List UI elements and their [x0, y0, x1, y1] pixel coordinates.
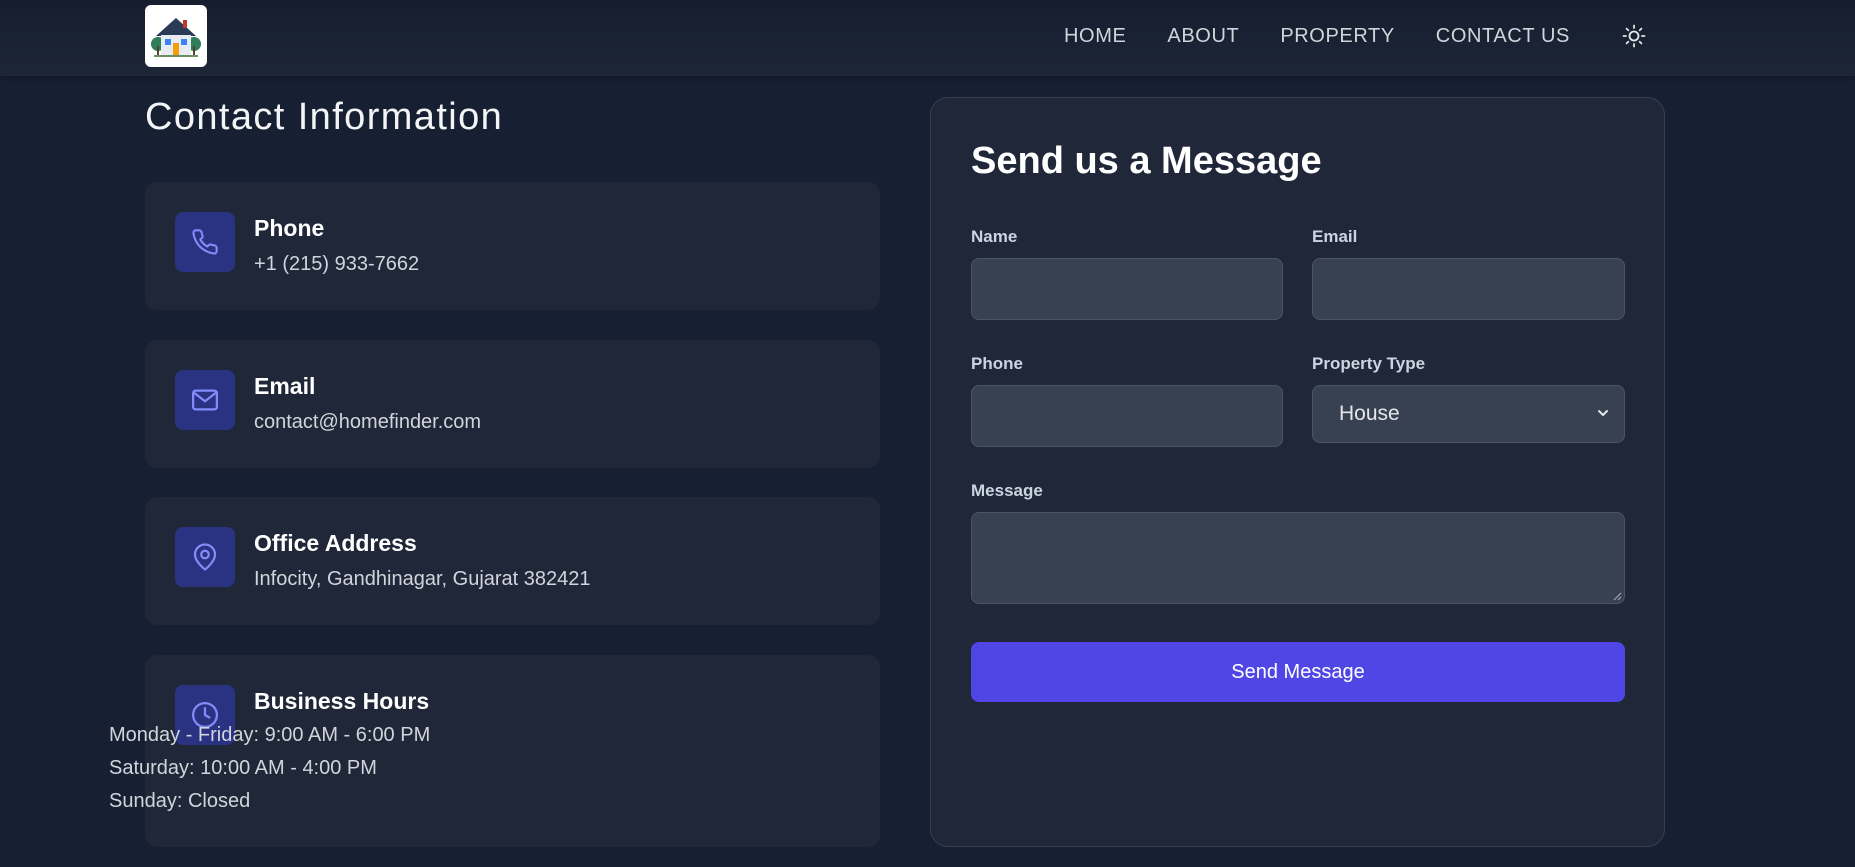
- name-label: Name: [971, 227, 1018, 246]
- nav-home[interactable]: HOME: [1064, 20, 1126, 52]
- email-field-label: Email: [1312, 227, 1358, 246]
- site-header: HOME ABOUT PROPERTY CONTACT US: [0, 0, 1855, 76]
- email-value: contact@homefinder.com: [254, 411, 482, 433]
- map-pin-icon-box: [175, 527, 235, 587]
- phone-label: Phone: [254, 215, 325, 241]
- hours-saturday: Saturday: 10:00 AM - 4:00 PM: [109, 757, 377, 779]
- phone-icon-box: [175, 212, 235, 272]
- main-nav: HOME ABOUT PROPERTY CONTACT US: [1064, 20, 1648, 52]
- mail-icon-box: [175, 370, 235, 430]
- hours-weekdays: Monday - Friday: 9:00 AM - 6:00 PM: [109, 724, 431, 746]
- map-pin-icon: [193, 543, 217, 571]
- house-logo[interactable]: [145, 5, 207, 67]
- business-hours-label: Business Hours: [254, 688, 430, 714]
- mail-icon: [192, 389, 218, 411]
- theme-toggle-button[interactable]: [1620, 20, 1648, 52]
- nav-property[interactable]: PROPERTY: [1280, 20, 1394, 52]
- office-address-value: Infocity, Gandhinagar, Gujarat 382421: [254, 568, 591, 590]
- property-type-selected-value: House: [1339, 402, 1400, 425]
- sun-icon: [1622, 24, 1646, 48]
- phone-card: Phone +1 (215) 933-7662: [145, 182, 880, 310]
- nav-contact-us[interactable]: CONTACT US: [1436, 20, 1570, 52]
- business-hours-list: Monday - Friday: 9:00 AM - 6:00 PM Satur…: [109, 719, 430, 818]
- property-type-select[interactable]: House: [1312, 385, 1625, 443]
- send-message-button[interactable]: Send Message: [971, 642, 1625, 702]
- phone-value: +1 (215) 933-7662: [254, 253, 420, 275]
- email-input[interactable]: [1312, 258, 1625, 320]
- office-address-label: Office Address: [254, 530, 417, 556]
- phone-icon: [192, 229, 218, 255]
- contact-form-card: Send us a Message Name Email Phone Prope…: [930, 97, 1665, 847]
- form-title: Send us a Message: [971, 140, 1322, 182]
- email-card: Email contact@homefinder.com: [145, 340, 880, 468]
- hours-sunday: Sunday: Closed: [109, 790, 251, 812]
- phone-input[interactable]: [971, 385, 1283, 447]
- office-address-card: Office Address Infocity, Gandhinagar, Gu…: [145, 497, 880, 625]
- name-input[interactable]: [971, 258, 1283, 320]
- nav-about[interactable]: ABOUT: [1167, 20, 1239, 52]
- phone-field-label: Phone: [971, 354, 1023, 373]
- message-textarea[interactable]: [971, 512, 1625, 604]
- contact-information-title: Contact Information: [145, 96, 504, 138]
- chevron-down-icon: [1598, 410, 1608, 416]
- email-label: Email: [254, 373, 316, 399]
- resize-grip-icon[interactable]: [1612, 591, 1622, 601]
- message-label: Message: [971, 481, 1043, 500]
- property-type-label: Property Type: [1312, 354, 1426, 373]
